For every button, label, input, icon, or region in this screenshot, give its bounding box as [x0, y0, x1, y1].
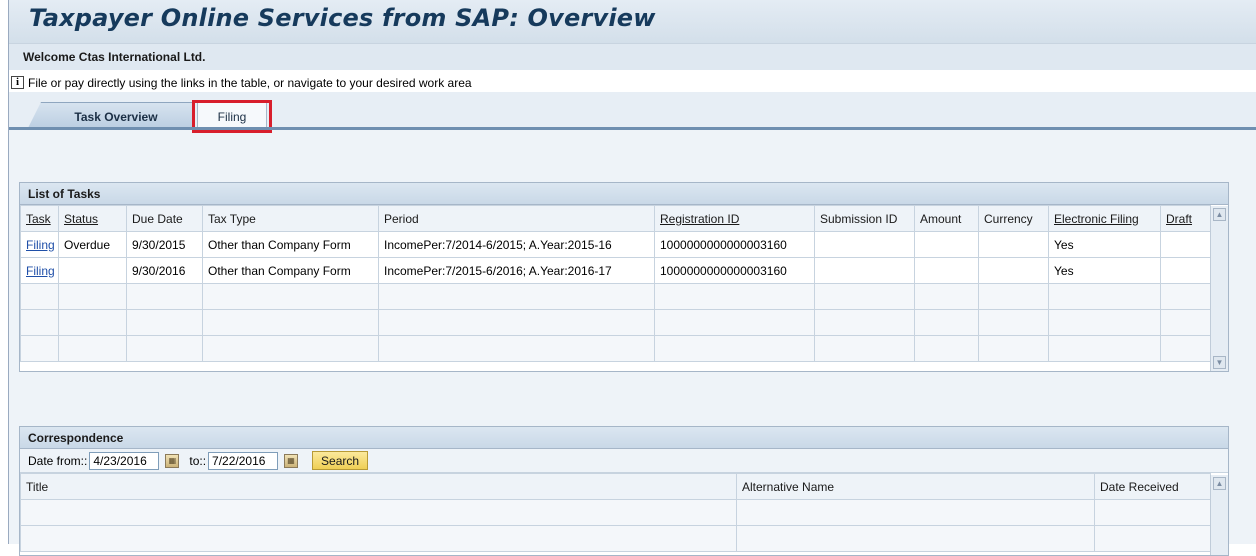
status-cell: Overdue: [58, 231, 127, 258]
calendar-icon[interactable]: ▦: [165, 453, 180, 468]
period-cell: IncomePer:7/2014-6/2015; A.Year:2015-16: [378, 231, 655, 258]
correspondence-panel-title: Correspondence: [20, 427, 1228, 449]
currency-cell: [978, 231, 1049, 258]
app-frame: Taxpayer Online Services from SAP: Overv…: [8, 0, 1256, 556]
amount-cell: [914, 231, 979, 258]
empty-row: [20, 335, 1211, 362]
tab-filing[interactable]: Filing: [197, 102, 267, 130]
col-registration-id[interactable]: Registration ID: [654, 205, 815, 232]
table-row: Filing 9/30/2016 Other than Company Form…: [20, 257, 1211, 284]
status-cell: [58, 257, 127, 284]
tasks-panel: List of Tasks Task Status Due Date Tax T…: [19, 182, 1229, 372]
tab-strip: Task Overview Filing: [9, 92, 1256, 133]
empty-row: [20, 499, 1211, 526]
page-title: Taxpayer Online Services from SAP: Overv…: [29, 4, 656, 32]
date-to-label: to::: [189, 453, 207, 468]
amount-cell: [914, 257, 979, 284]
scroll-up-icon[interactable]: ▲: [1213, 208, 1226, 221]
col-currency[interactable]: Currency: [978, 205, 1049, 232]
task-cell[interactable]: Filing: [20, 231, 59, 258]
task-cell[interactable]: Filing: [20, 257, 59, 284]
col-task[interactable]: Task: [20, 205, 59, 232]
date-to-input[interactable]: [208, 451, 279, 470]
title-bar: Taxpayer Online Services from SAP: Overv…: [9, 0, 1256, 44]
info-text: File or pay directly using the links in …: [28, 75, 472, 90]
tasks-panel-title: List of Tasks: [20, 183, 1228, 205]
correspondence-panel: Correspondence Date from:: ▦ to:: ▦ Sear…: [19, 426, 1229, 556]
correspondence-table: Title Alternative Name Date Received: [20, 473, 1211, 552]
col-title[interactable]: Title: [20, 473, 737, 500]
electronic-filing-cell: Yes: [1048, 257, 1161, 284]
tasks-table: Task Status Due Date Tax Type Period Reg…: [20, 205, 1211, 362]
tab-filing-label: Filing: [217, 109, 247, 124]
currency-cell: [978, 257, 1049, 284]
scroll-down-icon[interactable]: ▼: [1213, 356, 1226, 369]
submission-id-cell: [814, 231, 915, 258]
col-period[interactable]: Period: [378, 205, 655, 232]
electronic-filing-cell: Yes: [1048, 231, 1161, 258]
draft-cell: [1160, 231, 1211, 258]
tab-task-overview[interactable]: Task Overview: [27, 102, 195, 130]
due-date-cell: 9/30/2016: [126, 257, 203, 284]
empty-row: [20, 309, 1211, 336]
filing-link[interactable]: Filing: [26, 264, 55, 278]
col-submission-id[interactable]: Submission ID: [814, 205, 915, 232]
registration-id-cell: 1000000000000003160: [654, 257, 815, 284]
table-row: Filing Overdue 9/30/2015 Other than Comp…: [20, 231, 1211, 258]
draft-cell: [1160, 257, 1211, 284]
submission-id-cell: [814, 257, 915, 284]
tasks-header-row: Task Status Due Date Tax Type Period Reg…: [20, 205, 1211, 232]
tax-type-cell: Other than Company Form: [202, 257, 379, 284]
info-bar: i File or pay directly using the links i…: [9, 70, 1256, 92]
date-from-input[interactable]: [89, 451, 160, 470]
col-tax-type[interactable]: Tax Type: [202, 205, 379, 232]
scroll-up-icon[interactable]: ▲: [1213, 477, 1226, 490]
date-from-label: Date from::: [28, 453, 88, 468]
registration-id-cell: 1000000000000003160: [654, 231, 815, 258]
tasks-scrollbar[interactable]: ▲ ▼: [1210, 206, 1228, 371]
empty-row: [20, 525, 1211, 552]
col-amount[interactable]: Amount: [914, 205, 979, 232]
col-status[interactable]: Status: [58, 205, 127, 232]
col-date-received[interactable]: Date Received: [1094, 473, 1211, 500]
filing-link[interactable]: Filing: [26, 238, 55, 252]
welcome-message: Welcome Ctas International Ltd.: [9, 44, 1256, 70]
info-icon: i: [11, 76, 24, 89]
calendar-icon[interactable]: ▦: [284, 453, 299, 468]
col-due-date[interactable]: Due Date: [126, 205, 203, 232]
correspondence-scrollbar[interactable]: ▲: [1210, 475, 1228, 555]
empty-row: [20, 283, 1211, 310]
col-draft[interactable]: Draft: [1160, 205, 1211, 232]
col-electronic-filing[interactable]: Electronic Filing: [1048, 205, 1161, 232]
correspondence-header-row: Title Alternative Name Date Received: [20, 473, 1211, 500]
due-date-cell: 9/30/2015: [126, 231, 203, 258]
period-cell: IncomePer:7/2015-6/2016; A.Year:2016-17: [378, 257, 655, 284]
tab-task-overview-label: Task Overview: [74, 109, 158, 124]
correspondence-filter: Date from:: ▦ to:: ▦ Search: [20, 449, 1228, 473]
tax-type-cell: Other than Company Form: [202, 231, 379, 258]
tab-underline: [9, 127, 1256, 130]
col-alternative-name[interactable]: Alternative Name: [736, 473, 1095, 500]
search-button[interactable]: Search: [312, 451, 369, 470]
